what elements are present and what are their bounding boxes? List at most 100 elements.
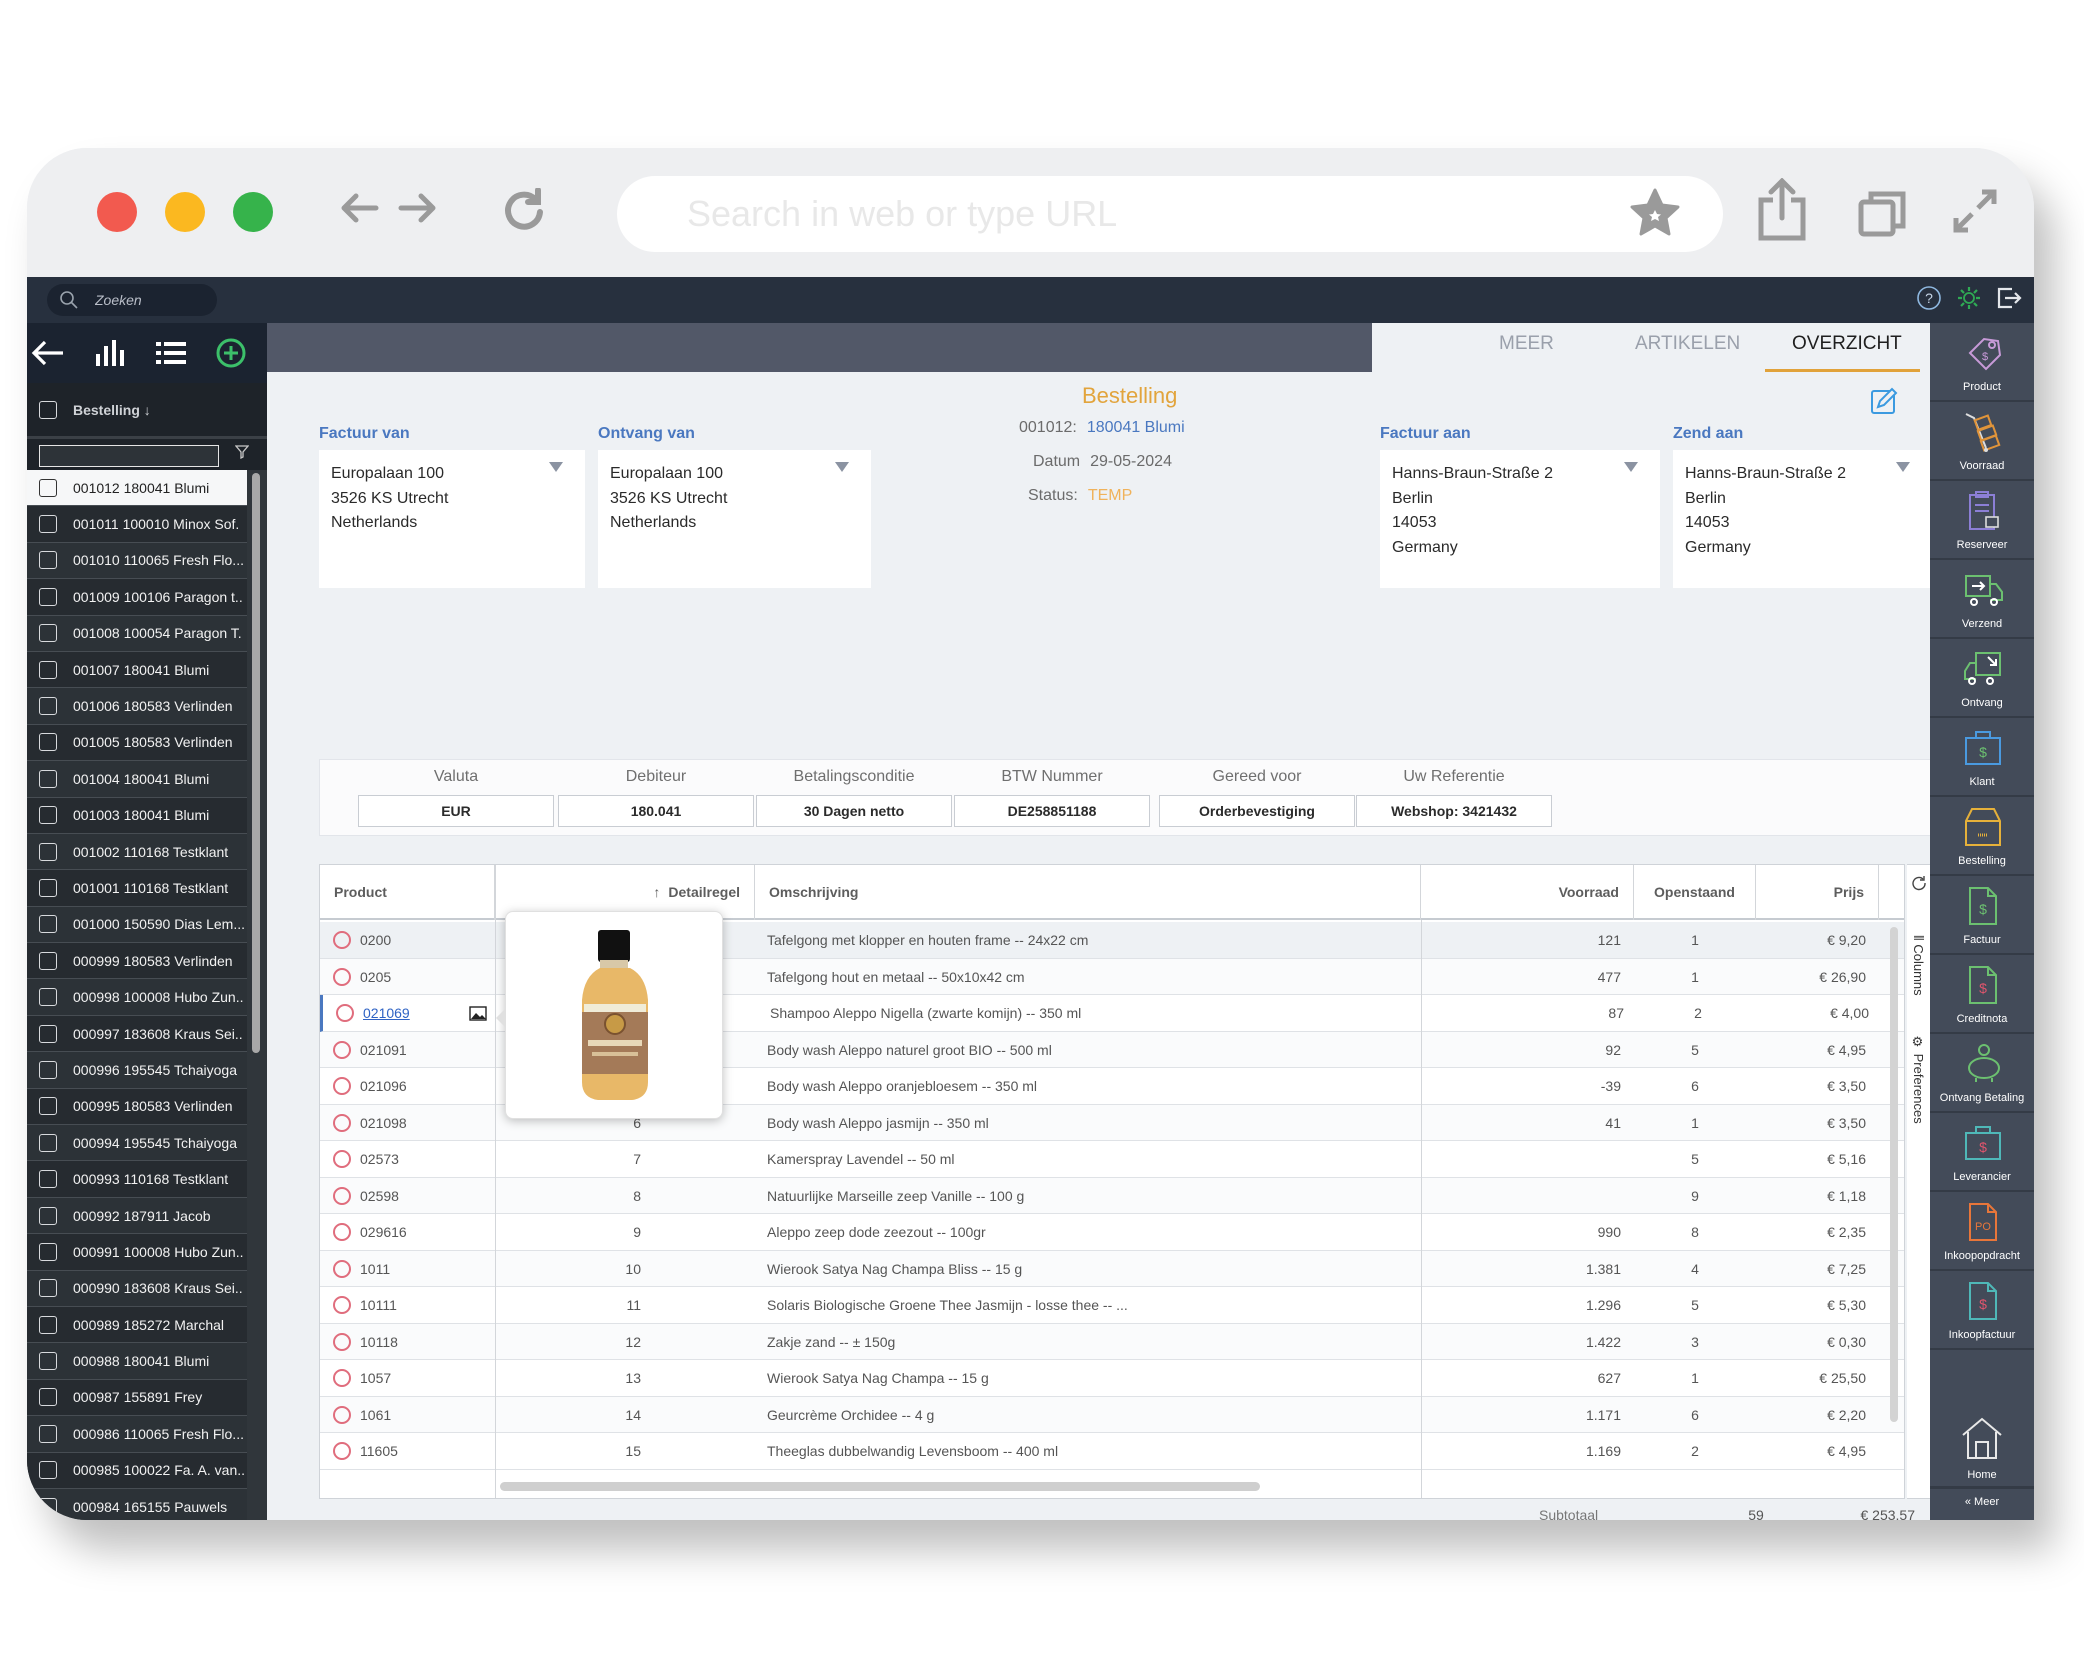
status-circle-icon[interactable] — [333, 1259, 351, 1278]
module-product[interactable]: $ Product — [1930, 323, 2034, 402]
column-header-aantal[interactable]: Aantal — [1879, 865, 1904, 920]
column-header-product[interactable]: Product — [320, 865, 495, 920]
row-checkbox[interactable] — [39, 915, 57, 934]
status-circle-icon[interactable] — [336, 1004, 354, 1022]
row-checkbox[interactable] — [39, 1279, 57, 1298]
order-list-item[interactable]: 000998 100008 Hubo Zun.. — [27, 979, 247, 1016]
dropdown-caret-icon[interactable] — [549, 462, 563, 472]
list-filter-input[interactable] — [39, 445, 219, 467]
meta-field-value[interactable]: EUR — [358, 795, 554, 827]
order-list-item[interactable]: 000986 110065 Fresh Flo... — [27, 1416, 247, 1453]
tabs-icon[interactable] — [1857, 188, 1907, 243]
column-header-openstaand[interactable]: Openstaand — [1634, 865, 1756, 920]
list-sort-column[interactable]: Bestelling ↓ — [73, 402, 151, 418]
order-list-item[interactable]: 001003 180041 Blumi — [27, 797, 247, 834]
tab-meer[interactable]: MEER — [1499, 333, 1554, 355]
url-input[interactable] — [687, 192, 1487, 236]
fullscreen-icon[interactable] — [1952, 188, 1998, 239]
row-checkbox[interactable] — [39, 1170, 57, 1189]
add-order-icon[interactable] — [215, 337, 247, 369]
order-list-item[interactable]: 000985 100022 Fa. A. van.. — [27, 1452, 247, 1489]
status-circle-icon[interactable] — [333, 931, 351, 949]
status-circle-icon[interactable] — [333, 1113, 351, 1132]
row-checkbox[interactable] — [39, 1497, 57, 1516]
refresh-icon[interactable] — [1911, 875, 1927, 896]
table-row[interactable]: 029616 9 Aleppo zeep dode zeezout -- 100gr… — [320, 1214, 1904, 1251]
status-circle-icon[interactable] — [333, 1332, 351, 1351]
dropdown-caret-icon[interactable] — [1624, 462, 1638, 472]
row-checkbox[interactable] — [39, 1097, 57, 1116]
preferences-panel-toggle[interactable]: ⚙ Preferences — [1911, 1035, 1926, 1124]
order-list-item[interactable]: 000996 195545 Tchaiyoga — [27, 1052, 247, 1089]
meta-field-value[interactable]: Webshop: 3421432 — [1356, 795, 1552, 827]
status-circle-icon[interactable] — [333, 1150, 351, 1168]
row-checkbox[interactable] — [39, 587, 57, 606]
search-box[interactable] — [47, 284, 217, 316]
column-header-voorraad[interactable]: Voorraad — [1421, 865, 1634, 920]
table-row[interactable]: 11605 15 Theeglas dubbelwandig Levensboom … — [320, 1433, 1904, 1470]
status-circle-icon[interactable] — [333, 1077, 351, 1095]
order-list-item[interactable]: 000990 183608 Kraus Sei.. — [27, 1270, 247, 1307]
order-list-item[interactable]: 001004 180041 Blumi — [27, 761, 247, 798]
status-circle-icon[interactable] — [333, 967, 351, 986]
module-inkoopopdracht[interactable]: PO Inkoopopdracht — [1930, 1192, 2034, 1271]
module-reserveer[interactable]: Reserveer — [1930, 481, 2034, 560]
row-checkbox[interactable] — [39, 1424, 57, 1443]
factuur-aan-address[interactable]: Hanns-Braun-Straße 2 Berlin 14053 German… — [1380, 450, 1660, 588]
row-checkbox[interactable] — [39, 697, 57, 716]
row-checkbox[interactable] — [39, 624, 57, 643]
row-checkbox[interactable] — [39, 842, 57, 861]
module-leverancier[interactable]: $ Leverancier — [1930, 1113, 2034, 1192]
meta-field-value[interactable]: 180.041 — [558, 795, 754, 827]
module-factuur[interactable]: $ Factuur — [1930, 876, 2034, 955]
order-list-item[interactable]: 001001 110168 Testklant — [27, 870, 247, 907]
row-checkbox[interactable] — [39, 733, 57, 752]
meta-field-value[interactable]: DE258851188 — [954, 795, 1150, 827]
order-list-item[interactable]: 000999 180583 Verlinden — [27, 943, 247, 980]
chart-bars-icon[interactable] — [92, 338, 126, 368]
status-circle-icon[interactable] — [333, 1186, 351, 1205]
order-list-item[interactable]: 001006 180583 Verlinden — [27, 688, 247, 725]
status-circle-icon[interactable] — [333, 1369, 351, 1387]
row-checkbox[interactable] — [39, 806, 57, 825]
dropdown-caret-icon[interactable] — [1896, 462, 1910, 472]
table-row[interactable]: 02598 8 Natuurlijke Marseille zeep Vanille… — [320, 1177, 1904, 1214]
select-all-checkbox[interactable] — [39, 400, 57, 419]
status-circle-icon[interactable] — [333, 1040, 351, 1059]
order-list-item[interactable]: 001012 180041 Blumi — [27, 470, 247, 507]
row-checkbox[interactable] — [39, 1024, 57, 1043]
module-klant[interactable]: $ Klant — [1930, 718, 2034, 797]
order-list-item[interactable]: 001007 180041 Blumi — [27, 651, 247, 689]
row-checkbox[interactable] — [39, 1388, 57, 1407]
reload-icon[interactable] — [502, 187, 548, 244]
filter-funnel-icon[interactable] — [234, 445, 250, 462]
home-button[interactable]: Home — [1930, 1403, 2034, 1483]
order-list-item[interactable]: 001005 180583 Verlinden — [27, 724, 247, 762]
order-list-item[interactable]: 001000 150590 Dias Lem... — [27, 906, 247, 944]
module-ontvang-betaling[interactable]: Ontvang Betaling — [1930, 1034, 2034, 1113]
row-checkbox[interactable] — [39, 769, 57, 788]
columns-panel-toggle[interactable]: ⦀ Columns — [1911, 935, 1926, 996]
row-checkbox[interactable] — [39, 1060, 57, 1079]
row-checkbox[interactable] — [39, 1242, 57, 1261]
module-creditnota[interactable]: $ Creditnota — [1930, 955, 2034, 1034]
row-checkbox[interactable] — [39, 1461, 57, 1480]
search-input[interactable] — [95, 288, 205, 312]
row-checkbox[interactable] — [39, 1206, 57, 1225]
order-list-item[interactable]: 000988 180041 Blumi — [27, 1343, 247, 1380]
maximize-window-button[interactable] — [233, 192, 273, 232]
horizontal-scrollbar[interactable] — [500, 1482, 1260, 1491]
status-circle-icon[interactable] — [333, 1296, 351, 1314]
status-circle-icon[interactable] — [333, 1405, 351, 1424]
order-list-item[interactable]: 001002 110168 Testklant — [27, 833, 247, 871]
order-list-item[interactable]: 000992 187911 Jacob — [27, 1197, 247, 1235]
row-checkbox[interactable] — [39, 478, 57, 497]
row-checkbox[interactable] — [39, 551, 57, 570]
order-list-item[interactable]: 000995 180583 Verlinden — [27, 1088, 247, 1126]
url-bar[interactable] — [617, 176, 1723, 252]
forward-arrow-icon[interactable] — [397, 188, 437, 238]
list-scrollbar[interactable] — [252, 473, 260, 1053]
module-bestelling[interactable]: Bestelling — [1930, 797, 2034, 876]
tab-artikelen[interactable]: ARTIKELEN — [1635, 333, 1740, 355]
tab-overzicht[interactable]: OVERZICHT — [1792, 333, 1902, 355]
